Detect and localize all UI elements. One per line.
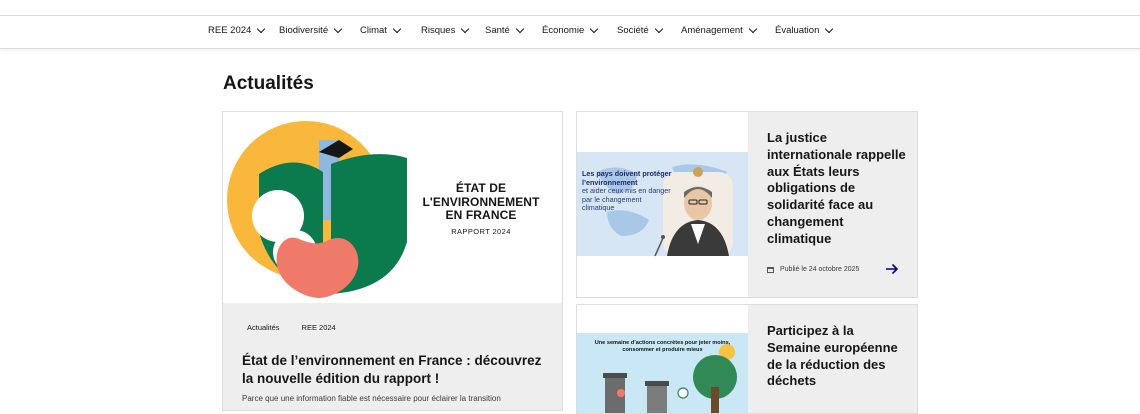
chevron-down-icon (654, 24, 663, 34)
news-card-dechets[interactable]: Une semaine d’actions concrètes pour jet… (576, 304, 918, 414)
chevron-down-icon (392, 24, 402, 34)
nav-label: Société (617, 25, 649, 36)
nav-label: Climat (360, 25, 387, 36)
report-logo-graphic (227, 121, 407, 298)
banner-caption: Les pays doivent protéger l’environnemen… (582, 169, 672, 213)
nav-label: Évaluation (775, 25, 820, 36)
nav-label: Biodiversité (279, 25, 329, 36)
nav-item-climat[interactable]: Climat (360, 24, 402, 36)
chevron-down-icon (333, 24, 343, 34)
page-title: Actualités (223, 73, 314, 94)
nav-item-evaluation[interactable]: Évaluation (775, 24, 834, 36)
main-navigation: REE 2024 Biodiversité Climat Risques San… (0, 16, 1140, 49)
chevron-down-icon (590, 24, 599, 34)
featured-card-description: Parce que une information fiable est néc… (242, 394, 501, 403)
featured-card-title[interactable]: État de l’environnement en France : déco… (242, 352, 547, 388)
nav-label: Santé (485, 25, 510, 36)
waste-caption: Une semaine d’actions concrètes pour jet… (594, 340, 731, 353)
nav-item-amenagement[interactable]: Aménagement (681, 24, 758, 36)
arrow-right-icon[interactable] (885, 263, 899, 275)
tag-actualites[interactable]: Actualités (239, 320, 288, 335)
chevron-down-icon (825, 24, 834, 34)
card-title[interactable]: Participez à la Semaine européenne de la… (767, 323, 907, 390)
publish-date-text: Publié le 24 octobre 2025 (780, 266, 860, 273)
report-logo-image: ÉTAT DE L'ENVIRONNEMENT EN FRANCE RAPPOR… (223, 112, 562, 303)
nav-item-societe[interactable]: Société (617, 24, 663, 36)
chevron-down-icon (515, 24, 525, 34)
waste-week-image: Une semaine d’actions concrètes pour jet… (577, 305, 748, 413)
tag-ree-2024[interactable]: REE 2024 (293, 320, 344, 335)
publish-date: Publié le 24 octobre 2025 (767, 266, 859, 273)
chevron-down-icon (461, 24, 470, 34)
waste-illustration (577, 333, 748, 413)
nav-item-biodiversite[interactable]: Biodiversité (279, 24, 343, 36)
calendar-icon (767, 266, 774, 273)
nav-item-sante[interactable]: Santé (485, 24, 525, 36)
chevron-down-icon (748, 24, 758, 34)
featured-news-card[interactable]: ÉTAT DE L'ENVIRONNEMENT EN FRANCE RAPPOR… (222, 111, 563, 411)
logo-subtitle: RAPPORT 2024 (451, 227, 511, 236)
nav-item-risques[interactable]: Risques (421, 24, 470, 36)
banner-caption-rest: et aider ceux mis en danger par le chang… (582, 186, 671, 213)
nav-label: Risques (421, 25, 456, 36)
tag-list: Actualités REE 2024 (239, 320, 344, 335)
logo-title: ÉTAT DE L'ENVIRONNEMENT EN FRANCE (422, 181, 540, 222)
banner-caption-bold: Les pays doivent protéger l’environnemen… (582, 169, 672, 187)
justice-image: Les pays doivent protéger l’environnemen… (577, 112, 748, 297)
card-title[interactable]: La justice internationale rappelle aux É… (767, 130, 907, 248)
nav-label: Économie (542, 25, 585, 36)
top-header-strip (0, 0, 1140, 16)
news-card-justice[interactable]: Les pays doivent protéger l’environnemen… (576, 111, 918, 298)
nav-label: REE 2024 (208, 25, 252, 36)
nav-item-ree-2024[interactable]: REE 2024 (208, 24, 266, 36)
chevron-down-icon (257, 24, 266, 34)
nav-item-economie[interactable]: Économie (542, 24, 599, 36)
nav-label: Aménagement (681, 25, 743, 36)
